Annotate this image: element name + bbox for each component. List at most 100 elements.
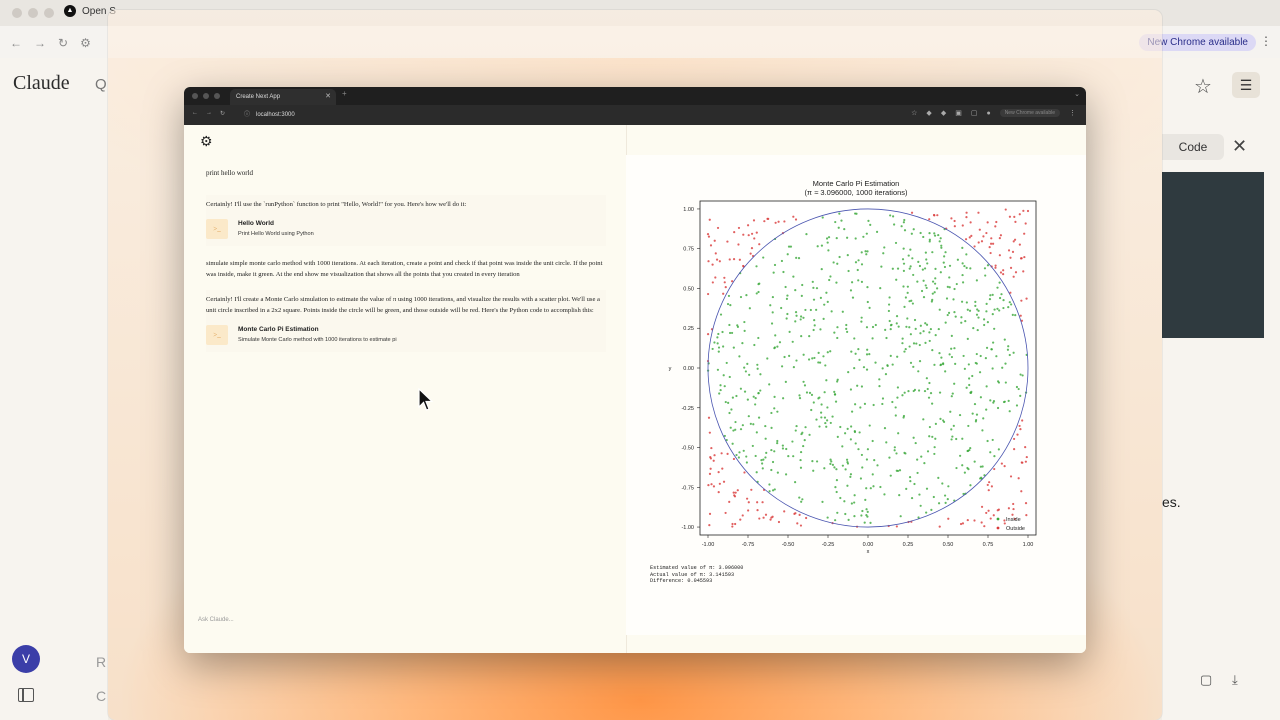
browser-tab[interactable]: Create Next App ✕ (230, 89, 336, 105)
back-icon[interactable]: ← (192, 110, 198, 117)
avatar[interactable]: V (12, 645, 40, 673)
scatter-point-inside (819, 296, 822, 299)
scatter-point-inside (894, 406, 897, 409)
scatter-point-outside (713, 239, 716, 242)
new-tab-icon[interactable]: + (342, 89, 347, 98)
scatter-point-inside (768, 483, 771, 486)
scatter-point-inside (914, 327, 917, 330)
clipboard-icon[interactable]: ▢ (1200, 672, 1212, 688)
scatter-point-inside (901, 342, 904, 345)
profile-icon[interactable]: ● (986, 110, 990, 117)
scatter-point-inside (868, 306, 871, 309)
scatter-point-inside (937, 233, 940, 237)
scatter-point-inside (922, 418, 925, 421)
forward-icon[interactable]: → (206, 110, 212, 117)
extension-icon[interactable]: ◆ (926, 109, 931, 117)
scatter-point-outside (711, 263, 714, 266)
bookmark-star-icon[interactable]: ☆ (911, 109, 917, 117)
scatter-point-inside (912, 228, 915, 231)
scatter-point-inside (815, 287, 819, 290)
back-icon[interactable]: ← (10, 36, 22, 50)
tool-call-card[interactable]: >_ Hello World Print Hello World using P… (206, 219, 606, 240)
scatter-point-outside (721, 467, 724, 470)
scatter-point-inside (862, 235, 865, 238)
scatter-point-inside (799, 466, 803, 469)
scatter-point-outside (1023, 232, 1026, 235)
extension-icon[interactable]: ▣ (955, 109, 962, 117)
scatter-point-inside (857, 347, 860, 351)
scatter-point-inside (754, 397, 757, 400)
tune-icon[interactable]: ☰ (1232, 72, 1260, 98)
scatter-point-inside (827, 249, 830, 252)
scatter-point-inside (854, 403, 857, 406)
scatter-point-outside (973, 245, 976, 248)
scatter-point-inside (785, 297, 789, 300)
scatter-point-inside (911, 302, 914, 305)
scatter-point-outside (796, 522, 799, 525)
address-bar[interactable]: ⓘ localhost:3000 (244, 109, 295, 118)
tool-call-card[interactable]: >_ Monte Carlo Pi Estimation Simulate Mo… (206, 325, 606, 346)
scatter-point-inside (908, 300, 911, 303)
reload-icon[interactable]: ↻ (58, 36, 68, 50)
scatter-point-inside (800, 500, 803, 503)
scatter-point-inside (835, 237, 838, 240)
scatter-point-inside (917, 260, 920, 263)
scatter-point-inside (829, 462, 832, 465)
scatter-point-inside (817, 361, 820, 364)
window-controls[interactable] (192, 93, 220, 99)
chat-input[interactable]: Ask Claude... (198, 617, 234, 623)
reload-icon[interactable]: ↻ (220, 110, 225, 117)
forward-icon[interactable]: → (34, 36, 46, 50)
scatter-point-inside (734, 420, 737, 424)
scatter-point-inside (964, 320, 967, 323)
scatter-point-inside (843, 227, 846, 231)
scatter-point-outside (750, 247, 754, 250)
code-tab[interactable]: Code (1162, 134, 1224, 160)
scatter-point-inside (933, 291, 936, 294)
scatter-point-inside (902, 269, 905, 272)
scatter-point-inside (860, 280, 864, 283)
scatter-point-inside (795, 359, 798, 362)
scatter-point-outside (742, 264, 745, 268)
tool-title: Monte Carlo Pi Estimation (238, 326, 319, 333)
scatter-point-inside (760, 459, 763, 462)
scatter-point-outside (739, 518, 742, 521)
site-settings-icon[interactable]: ⚙ (80, 36, 91, 50)
download-icon[interactable]: ⤓ (1232, 672, 1238, 688)
scatter-point-inside (795, 314, 798, 317)
chrome-update-badge[interactable]: New Chrome available (999, 109, 1060, 117)
bg-window-controls[interactable] (12, 8, 54, 18)
scatter-point-inside (891, 363, 894, 366)
bg-partial-text: es. (1162, 494, 1181, 510)
scatter-point-inside (867, 219, 870, 222)
extension-icon[interactable]: ▢ (971, 109, 978, 117)
scatter-point-inside (863, 521, 866, 524)
sidebar-toggle-icon[interactable] (18, 688, 34, 702)
scatter-point-inside (934, 334, 937, 337)
scatter-point-outside (1021, 461, 1024, 464)
gear-icon[interactable]: ⚙ (200, 133, 213, 150)
scatter-point-inside (902, 416, 905, 419)
scatter-point-inside (762, 256, 765, 259)
site-info-icon[interactable]: ⓘ (244, 112, 250, 118)
scatter-point-inside (835, 281, 838, 284)
scatter-point-inside (810, 393, 814, 397)
scatter-point-outside (1007, 507, 1010, 510)
tab-close-icon[interactable]: ✕ (325, 89, 331, 105)
tab-list-icon[interactable]: ⌄ (1074, 90, 1080, 98)
x-tick-label: 0.50 (943, 542, 954, 548)
bg-menu-icon[interactable]: ⋮ (1260, 34, 1272, 48)
close-icon[interactable]: ✕ (1232, 136, 1247, 157)
extension-icon[interactable]: ◆ (941, 109, 946, 117)
x-tick-label: 1.00 (1023, 542, 1034, 548)
scatter-point-outside (994, 264, 997, 267)
bg-nav-buttons: ← → ↻ ⚙ (10, 36, 91, 50)
scatter-point-inside (908, 326, 911, 329)
scatter-point-outside (742, 233, 745, 236)
star-icon[interactable]: ☆ (1194, 74, 1212, 99)
scatter-point-inside (923, 462, 926, 465)
claude-brand[interactable]: Claude (13, 72, 70, 95)
scatter-point-inside (951, 435, 954, 438)
scatter-point-inside (871, 473, 874, 476)
menu-icon[interactable]: ⋮ (1069, 109, 1076, 117)
